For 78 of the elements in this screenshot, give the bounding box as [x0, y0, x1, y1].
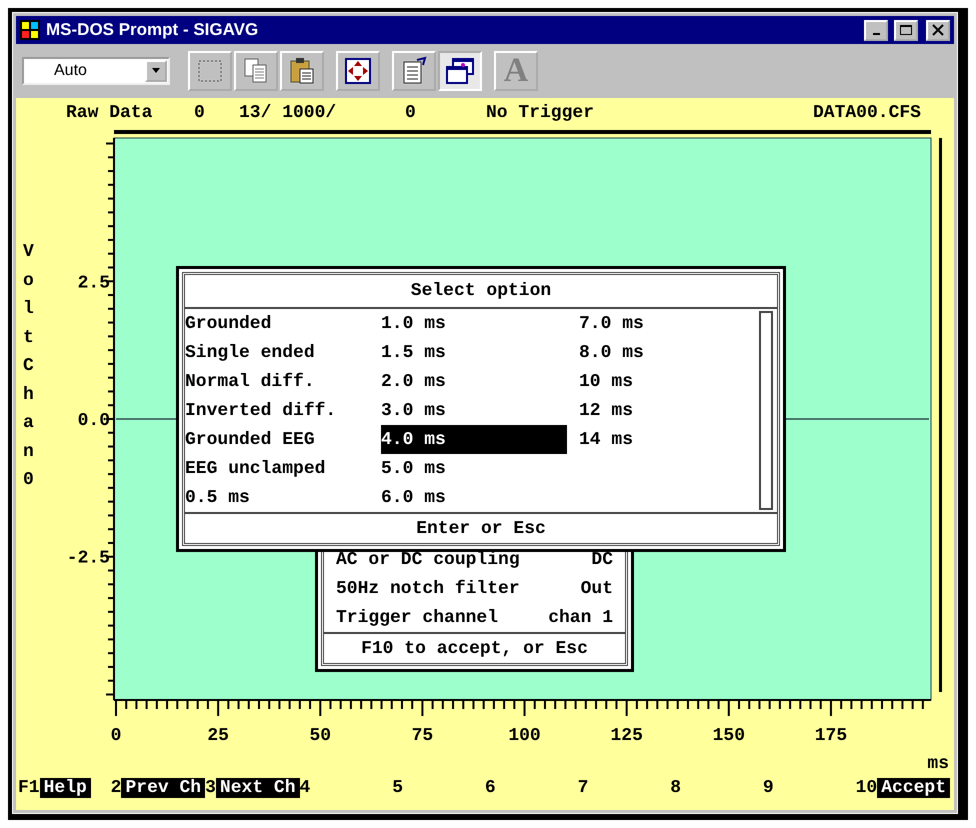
list-option[interactable]: Inverted diff.: [185, 396, 369, 425]
app-icon: [20, 20, 40, 40]
setting-value[interactable]: Out: [580, 578, 613, 598]
axis-label: 0.0: [78, 411, 110, 431]
key-number: 6: [484, 778, 496, 798]
list-option[interactable]: 14 ms: [579, 425, 755, 454]
list-option[interactable]: 4.0 ms: [381, 425, 567, 454]
key-number: 8: [670, 778, 682, 798]
axis-label: 75: [412, 726, 434, 746]
axis-label: 175: [814, 726, 848, 746]
maximize-icon: [899, 24, 913, 36]
list-option[interactable]: 1.5 ms: [381, 338, 567, 367]
status-text: Raw Data: [66, 103, 154, 123]
list-option[interactable]: 5.0 ms: [381, 454, 567, 483]
windows-icon: [445, 56, 475, 86]
setting-label: AC or DC coupling: [336, 550, 520, 570]
list-option[interactable]: 10 ms: [579, 367, 755, 396]
status-text: 0: [194, 103, 206, 123]
function-key[interactable]: Prev Ch: [121, 778, 206, 798]
status-text: 13/ 1000/: [239, 103, 338, 123]
setting-label: Trigger channel: [336, 608, 498, 628]
function-key[interactable]: Help: [40, 778, 91, 798]
setting-label: 50Hz notch filter: [336, 578, 520, 598]
maximize-button[interactable]: [894, 20, 918, 40]
status-text: 0: [405, 103, 417, 123]
list-option[interactable]: Normal diff.: [185, 367, 369, 396]
list-option[interactable]: 12 ms: [579, 396, 755, 425]
windows-button[interactable]: [438, 51, 482, 91]
setting-value[interactable]: chan 1: [548, 608, 613, 628]
axis-title: Volt Chan 0: [23, 241, 35, 492]
list-option[interactable]: Single ended: [185, 338, 369, 367]
key-number: 10: [856, 778, 878, 798]
status-text: No Trigger: [486, 103, 596, 123]
arrows-icon: [343, 56, 373, 86]
list-option[interactable]: 0.5 ms: [185, 483, 369, 512]
status-text: DATA00.CFS: [812, 103, 921, 123]
key-number: 5: [392, 778, 404, 798]
clipboard-button[interactable]: [280, 51, 324, 91]
close-button[interactable]: [926, 20, 950, 40]
minimize-button[interactable]: [864, 20, 888, 40]
list-option[interactable]: EEG unclamped: [185, 454, 369, 483]
dialog-hint: Enter or Esc: [416, 518, 546, 538]
list-option[interactable]: 2.0 ms: [381, 367, 567, 396]
key-number: 7: [578, 778, 588, 798]
axis-label: 0: [110, 726, 122, 746]
list-option[interactable]: 1.0 ms: [381, 309, 567, 338]
window-title: MS-DOS Prompt - SIGAVG: [46, 20, 260, 40]
dialog-title: Select option: [410, 281, 552, 301]
axis-label: -2.5: [66, 548, 110, 569]
axis-label: 125: [610, 726, 643, 746]
axis-title: ms: [927, 754, 949, 774]
list-option[interactable]: 3.0 ms: [381, 396, 567, 425]
list-option[interactable]: 7.0 ms: [579, 309, 755, 338]
font-size-dropdown[interactable]: Auto: [22, 57, 170, 85]
axis-label: 150: [712, 726, 746, 746]
properties-button[interactable]: [392, 51, 436, 91]
close-icon: [931, 24, 945, 36]
key-number: F1: [18, 778, 40, 798]
list-option[interactable]: 6.0 ms: [381, 483, 567, 512]
axis-label: 50: [309, 726, 332, 746]
key-number: 9: [762, 778, 774, 798]
key-number: 3: [205, 778, 216, 798]
list-option[interactable]: Grounded EEG: [185, 425, 369, 454]
copy-button[interactable]: [234, 51, 278, 91]
minimize-icon: [872, 33, 880, 35]
arrows-button[interactable]: [336, 51, 380, 91]
key-number: 4: [300, 778, 310, 798]
dialog-hint: F10 to accept, or Esc: [361, 638, 588, 658]
list-option[interactable]: 8.0 ms: [579, 338, 755, 367]
scroll-bar[interactable]: [759, 311, 773, 510]
axis-label: 100: [508, 726, 541, 746]
key-number: 2: [110, 778, 122, 798]
axis-label: 25: [207, 726, 229, 746]
mark-button[interactable]: [188, 51, 232, 91]
function-key[interactable]: Next Ch: [216, 778, 300, 798]
list-option[interactable]: Grounded: [185, 309, 369, 338]
function-key[interactable]: Accept: [877, 778, 950, 798]
axis-label: 2.5: [78, 273, 110, 294]
